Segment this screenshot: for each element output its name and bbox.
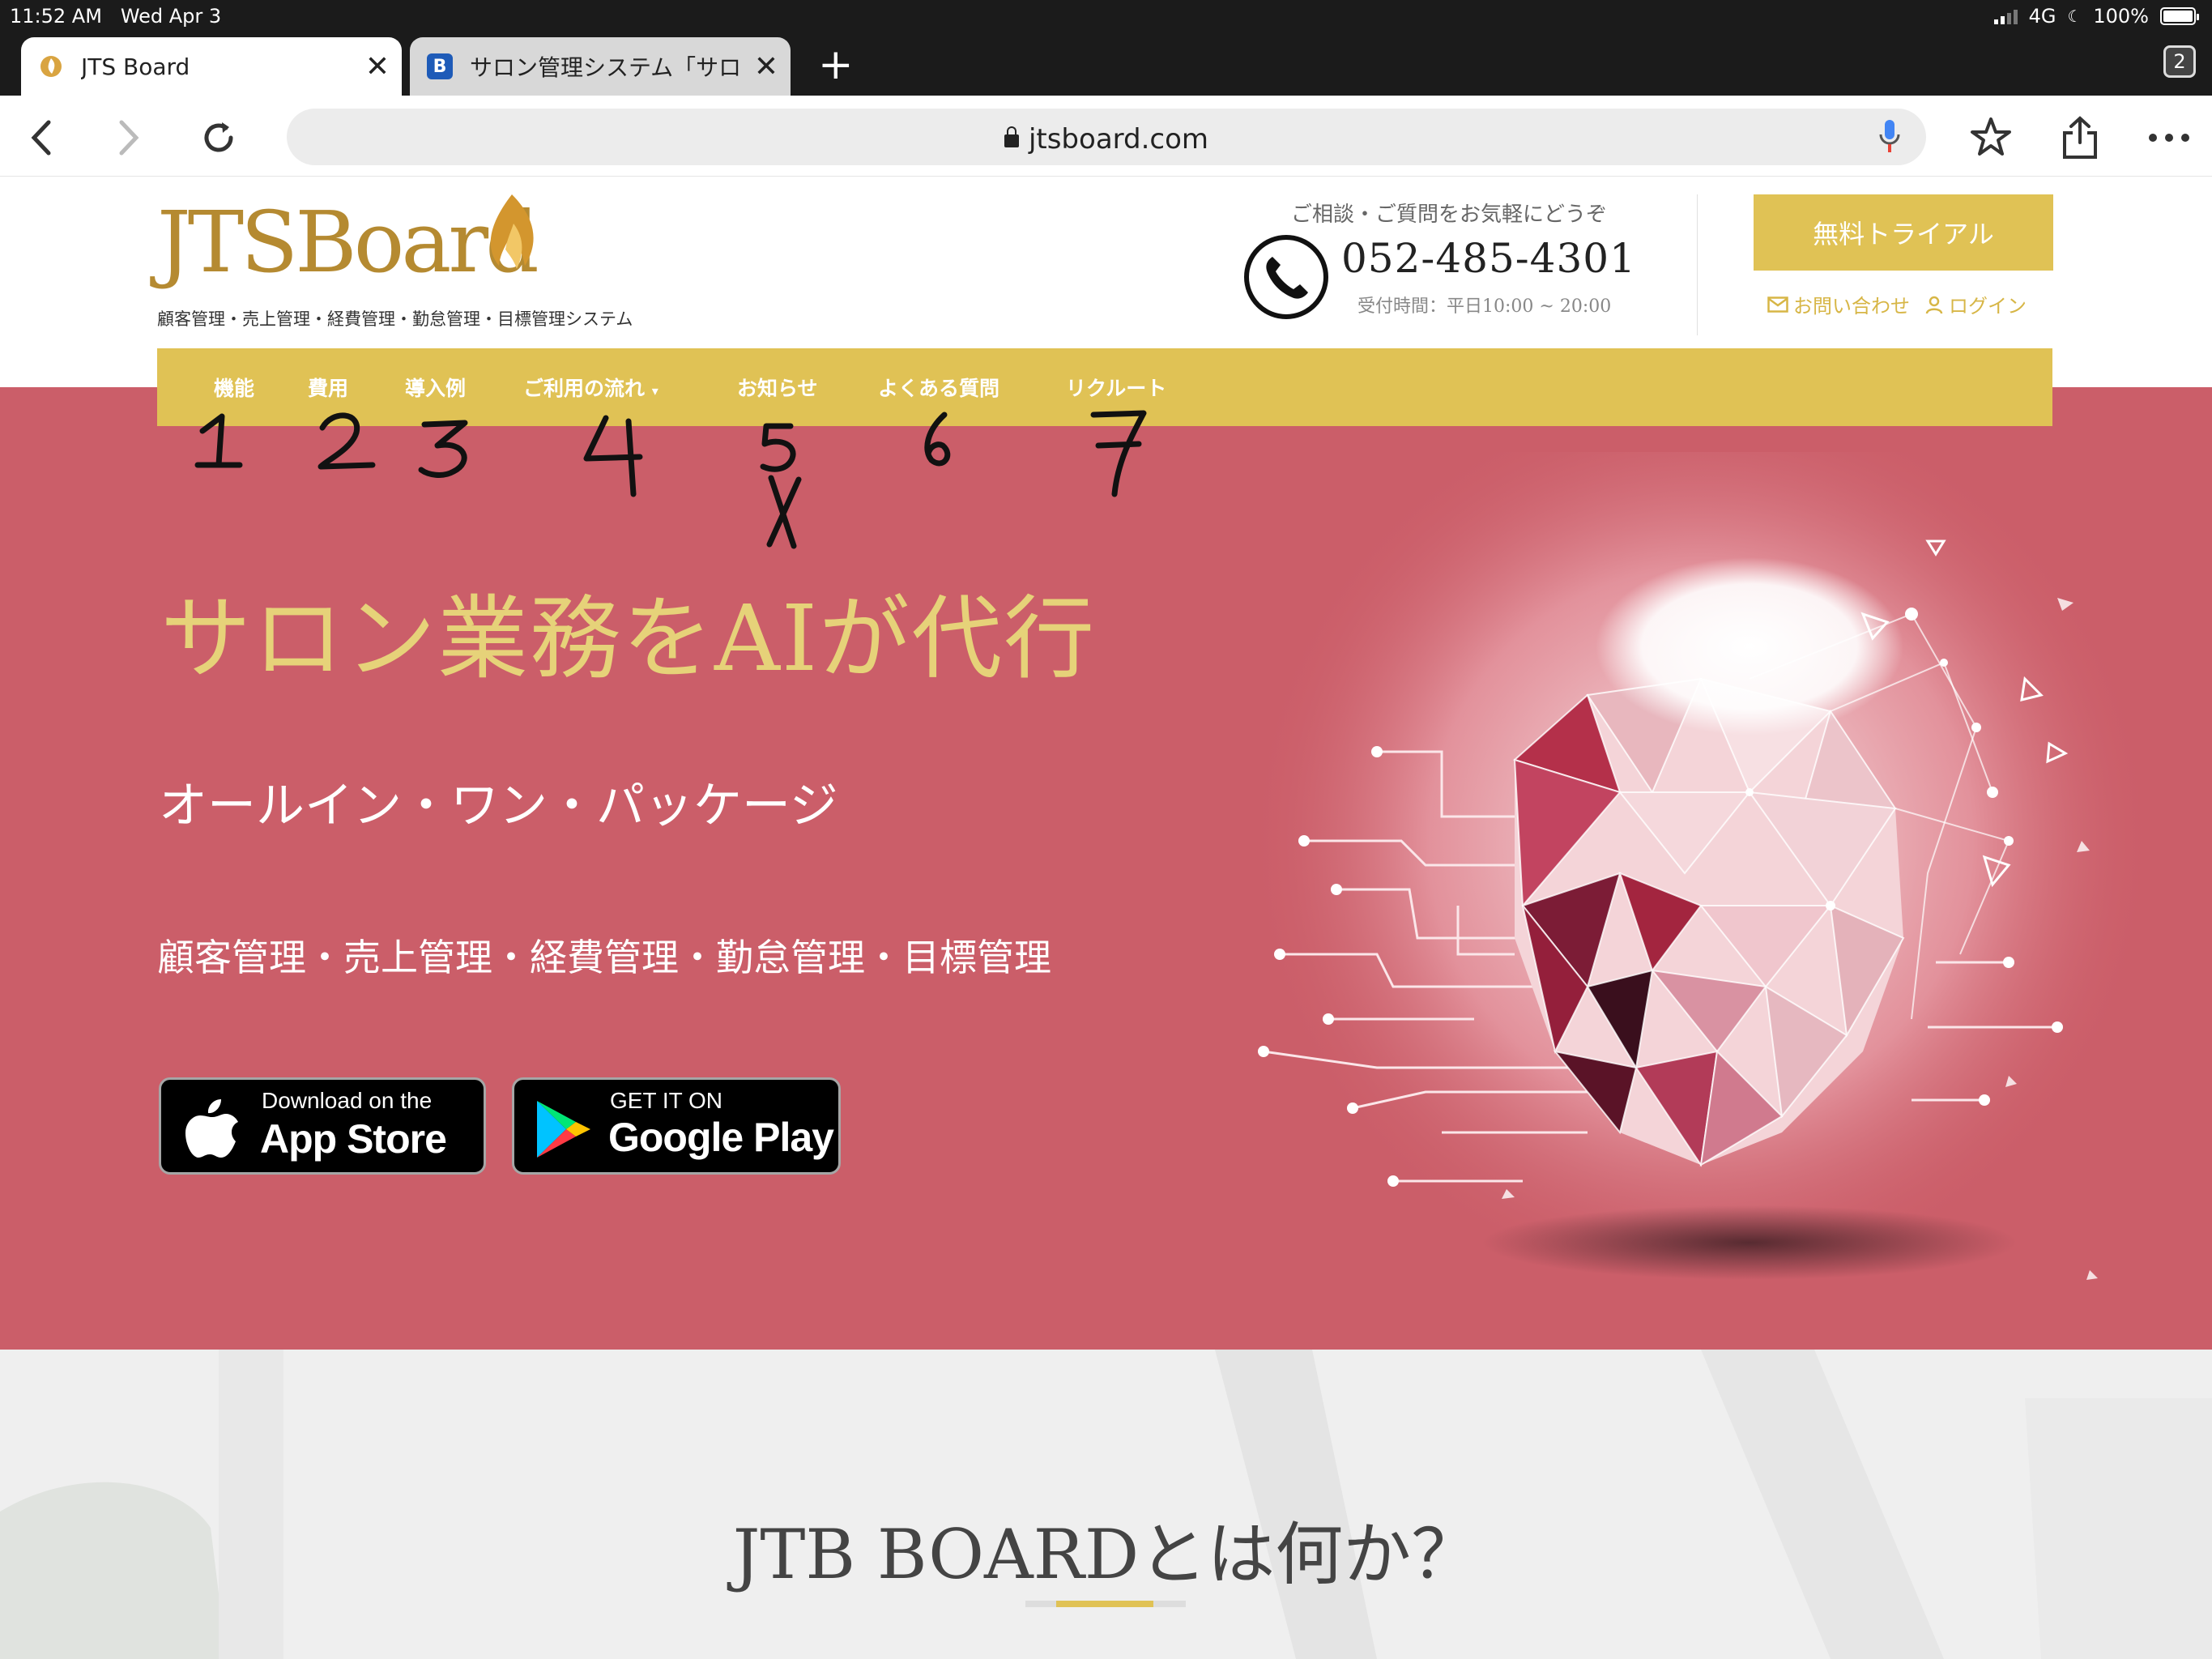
handwritten-4: [583, 415, 643, 497]
apple-icon: [185, 1099, 238, 1158]
google-play-icon: [537, 1101, 590, 1158]
about-section: JTB BOARDとは何か？: [0, 1350, 2212, 1659]
login-link-label: ログイン: [1949, 295, 2027, 318]
app-store-big-text: App Store: [260, 1116, 447, 1162]
tab-title: JTS Board: [81, 53, 190, 80]
tab-strip: JTS Board ✕ B サロン管理システム「サロ ✕ + 2: [0, 32, 2212, 96]
google-play-big-text: Google Play: [608, 1115, 834, 1160]
login-link[interactable]: ログイン: [1924, 290, 2027, 318]
handwritten-annotations: [194, 410, 1147, 549]
signal-icon: [1993, 8, 2018, 24]
user-icon: [1925, 296, 1943, 313]
phone-number[interactable]: 052-485-4301: [1341, 235, 1636, 282]
chevron-left-icon: [31, 120, 51, 156]
tab-count-button[interactable]: 2: [2163, 45, 2196, 78]
handwritten-1: [194, 413, 243, 468]
tab-title: サロン管理システム「サロ: [470, 54, 742, 81]
handwritten-2: [318, 412, 376, 470]
contact-link[interactable]: お問い合わせ: [1767, 290, 1910, 318]
status-bar: 11:52 AM Wed Apr 3 4G ☾ 100%: [0, 0, 2212, 32]
contact-link-label: お問い合わせ: [1793, 295, 1910, 318]
lock-icon: [1004, 126, 1019, 147]
app-store-small-text: Download on the: [262, 1088, 433, 1113]
network-label: 4G: [2028, 5, 2056, 28]
ai-face-illustration: [1247, 452, 2154, 1294]
chevron-right-icon: [119, 120, 139, 156]
site-tagline: 顧客管理・売上管理・経費管理・勤怠管理・目標管理システム: [157, 309, 633, 329]
mail-icon: [1767, 296, 1788, 313]
moon-icon: ☾: [2067, 6, 2082, 26]
new-tab-button[interactable]: +: [818, 42, 854, 87]
handwritten-3: [418, 420, 468, 478]
url-text: jtsboard.com: [1028, 123, 1209, 156]
hero-subhead: オールイン・ワン・パッケージ: [159, 778, 838, 834]
status-time: 11:52 AM: [10, 5, 102, 28]
business-hours: 受付時間：平日10:00 ~ 20:00: [1357, 296, 1612, 317]
phone-icon: [1244, 235, 1328, 319]
handwritten-7: [1090, 410, 1147, 497]
forward-button[interactable]: [104, 113, 152, 162]
address-bar[interactable]: jtsboard.com: [287, 109, 1926, 165]
logo-flame-icon: [490, 194, 534, 269]
share-button[interactable]: [2056, 113, 2104, 162]
section-title: JTB BOARDとは何か？: [732, 1515, 1480, 1594]
handwritten-6: [924, 412, 951, 467]
b-icon: B: [426, 53, 454, 80]
browser-toolbar: jtsboard.com: [0, 96, 2212, 177]
close-tab-icon[interactable]: ✕: [353, 50, 402, 83]
reload-icon: [204, 122, 233, 152]
google-play-badge[interactable]: GET IT ON Google Play: [512, 1077, 841, 1175]
bookmark-button[interactable]: [1967, 113, 2015, 162]
hero-headline: サロン業務をAIが代行: [160, 586, 1097, 692]
divider: [1697, 194, 1698, 335]
star-icon: [1971, 117, 2011, 156]
app-store-badge[interactable]: Download on the App Store: [159, 1077, 486, 1175]
more-button[interactable]: [2145, 113, 2193, 162]
tab-jts-board[interactable]: JTS Board ✕: [21, 37, 402, 96]
more-dots-icon: [2149, 134, 2189, 142]
handwritten-x: [766, 475, 802, 549]
tab-salon-system[interactable]: B サロン管理システム「サロ ✕: [410, 37, 791, 96]
reload-button[interactable]: [194, 113, 243, 162]
jts-flame-icon: [37, 53, 65, 80]
share-icon: [2063, 116, 2097, 159]
google-play-small-text: GET IT ON: [610, 1088, 722, 1113]
battery-label: 100%: [2093, 5, 2149, 28]
status-date: Wed Apr 3: [120, 5, 222, 28]
hero-features: 顧客管理・売上管理・経費管理・勤怠管理・目標管理: [157, 936, 1051, 979]
microphone-icon[interactable]: [1877, 118, 1902, 159]
back-button[interactable]: [18, 113, 66, 162]
battery-icon: [2160, 7, 2199, 25]
contact-prompt: ご相談・ご質問をお気軽にどうぞ: [1291, 203, 1608, 227]
title-underline: [1025, 1601, 1186, 1607]
handwritten-5: [760, 423, 796, 472]
close-tab-icon[interactable]: ✕: [742, 50, 791, 83]
free-trial-button[interactable]: 無料トライアル: [1754, 194, 2053, 271]
